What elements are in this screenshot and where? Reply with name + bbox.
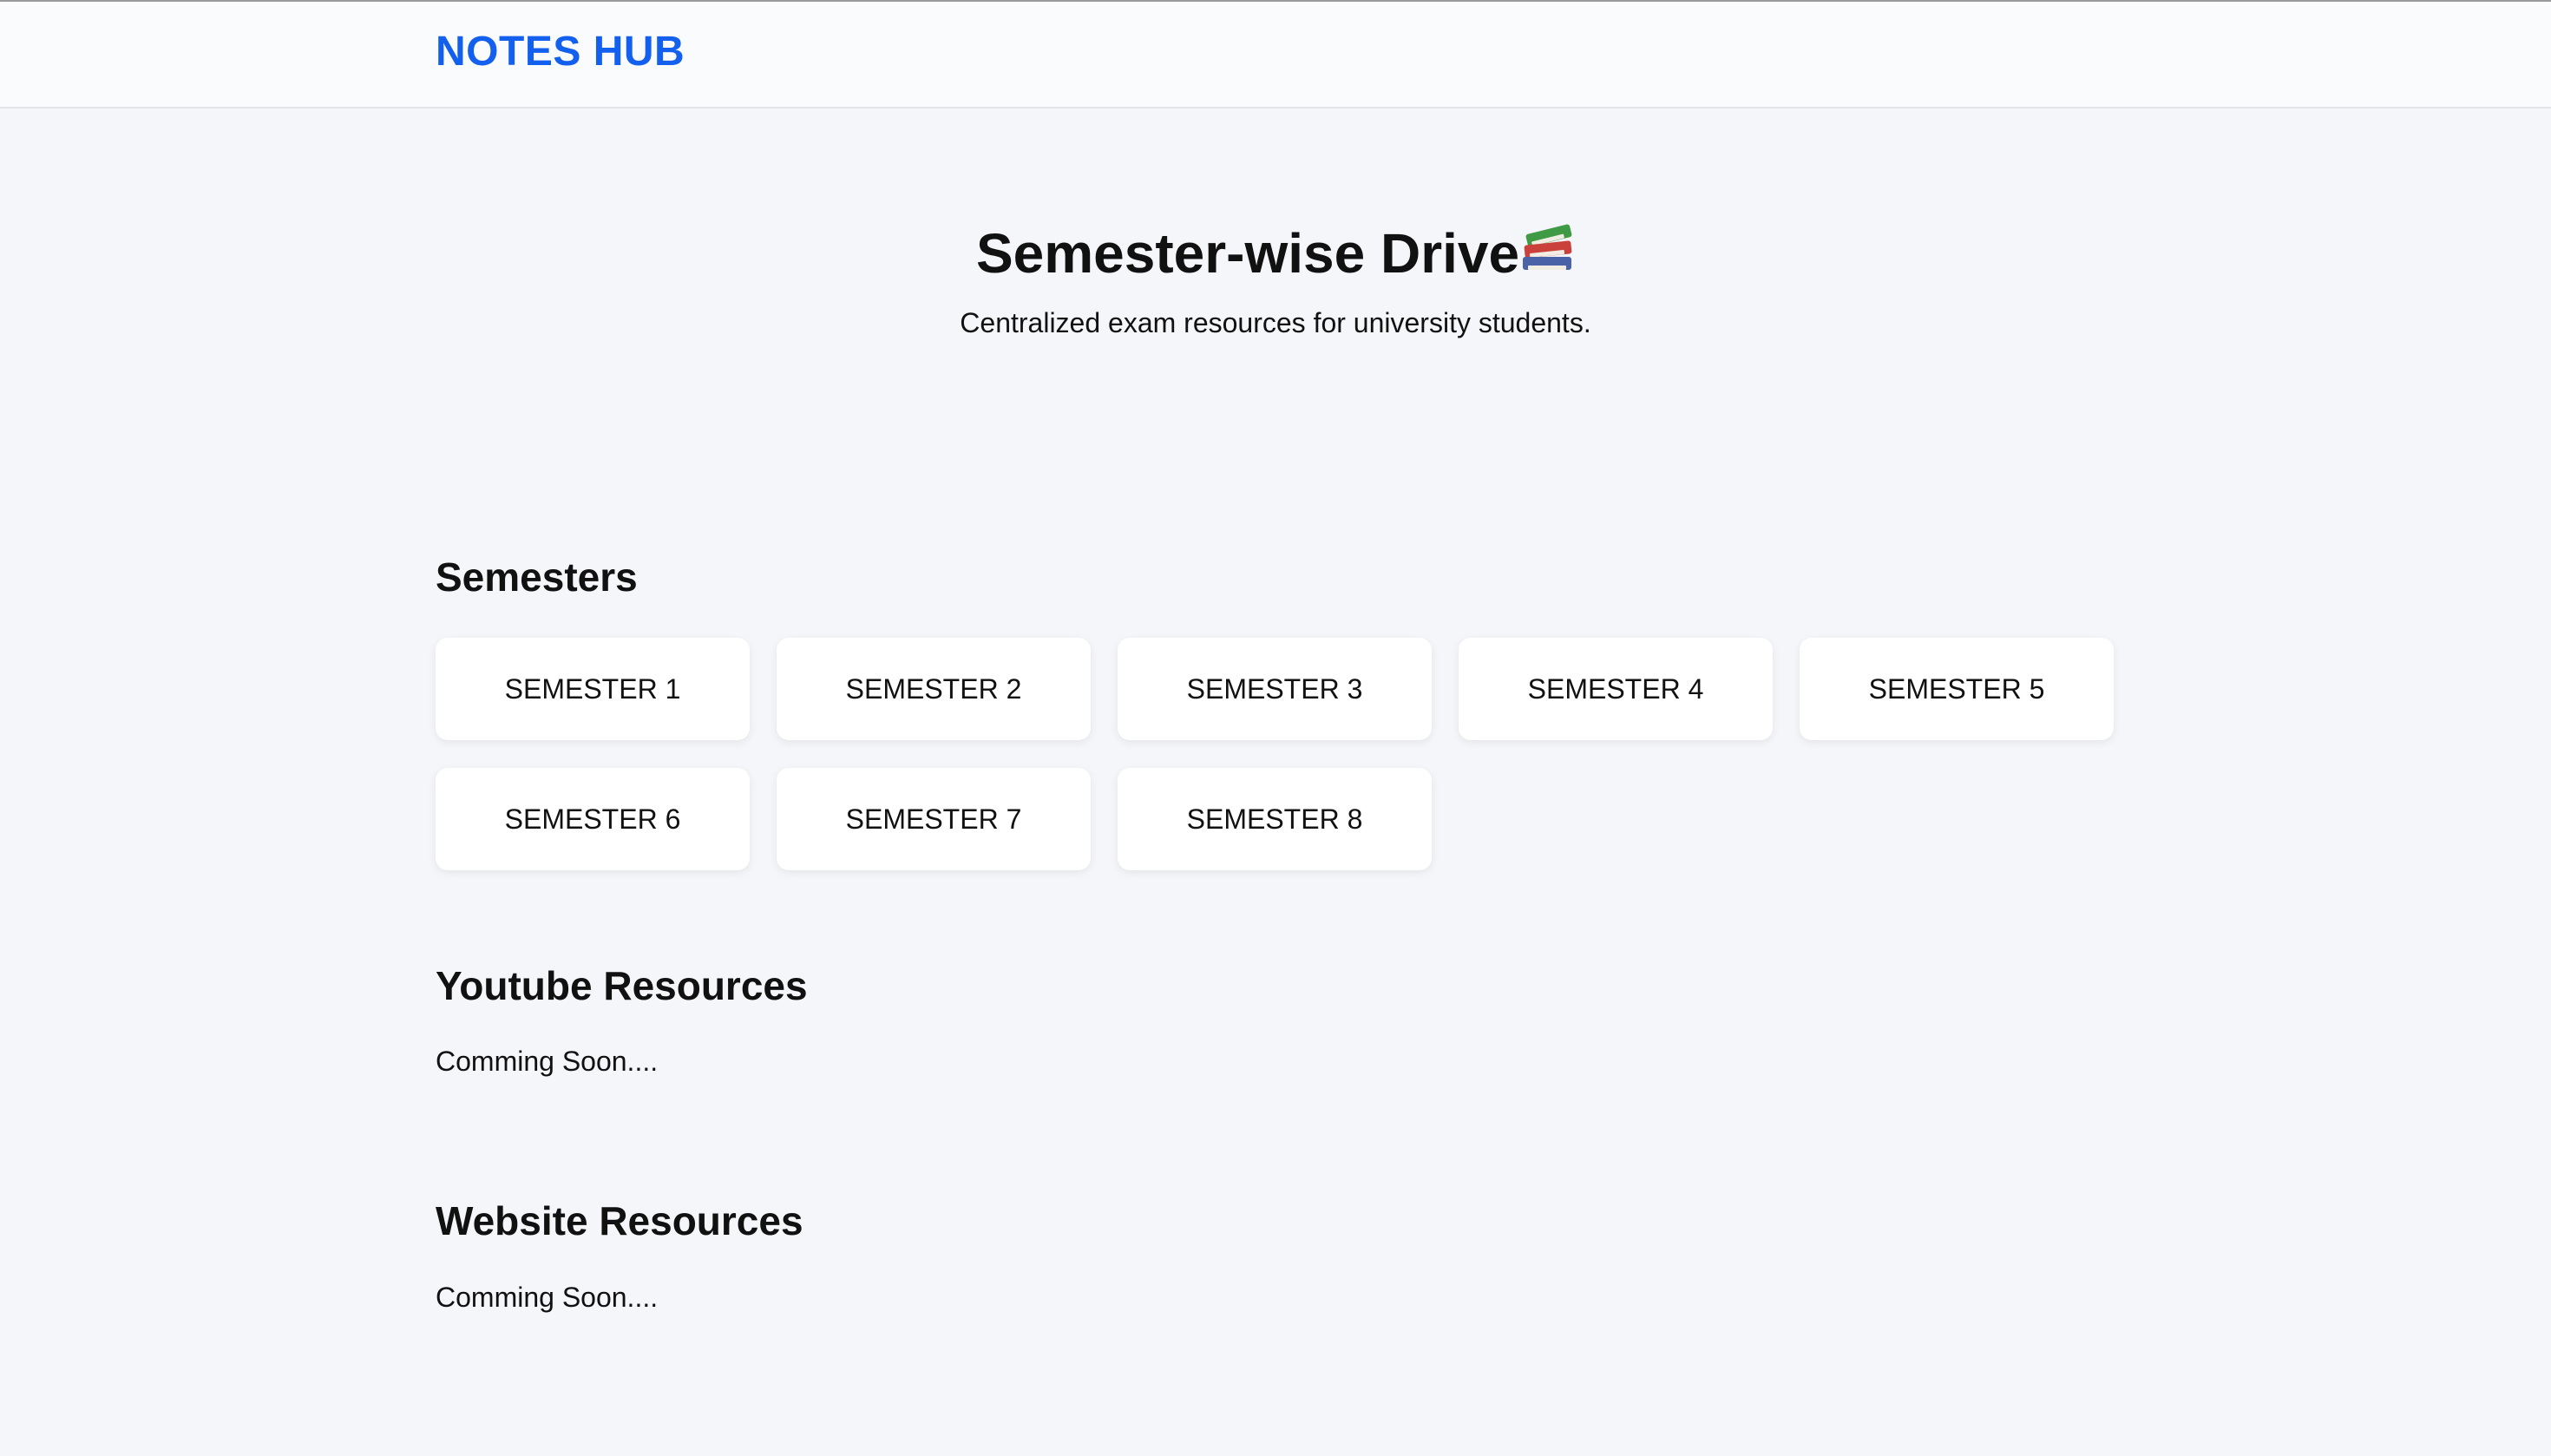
- semester-5-card[interactable]: SEMESTER 5: [1800, 638, 2114, 740]
- website-resources-text: Comming Soon....: [436, 1282, 659, 1313]
- semester-2-card[interactable]: SEMESTER 2: [777, 638, 1091, 740]
- page-title-text: Semester-wise Drive: [975, 222, 1520, 285]
- semester-grid: SEMESTER 1 SEMESTER 2 SEMESTER 3 SEMESTE…: [436, 638, 2115, 870]
- page-subtitle: Centralized exam resources for universit…: [960, 307, 1591, 338]
- youtube-resources-heading: Youtube Resources: [436, 963, 808, 1008]
- semester-6-card[interactable]: SEMESTER 6: [436, 768, 750, 870]
- website-resources-heading: Website Resources: [436, 1198, 803, 1243]
- youtube-resources-text: Comming Soon....: [436, 1046, 659, 1077]
- page-title: Semester-wise Drive: [0, 217, 2551, 290]
- semester-1-card[interactable]: SEMESTER 1: [436, 638, 750, 740]
- hero-section: Semester-wise Drive Centralized exam res…: [0, 217, 2551, 340]
- navbar: NOTES HUB: [0, 2, 2551, 108]
- semesters-heading: Semesters: [436, 554, 638, 600]
- brand-logo-link[interactable]: NOTES HUB: [436, 28, 685, 75]
- semester-8-card[interactable]: SEMESTER 8: [1118, 768, 1432, 870]
- semester-7-card[interactable]: SEMESTER 7: [777, 768, 1091, 870]
- books-icon: [1521, 223, 1575, 274]
- semester-3-card[interactable]: SEMESTER 3: [1118, 638, 1432, 740]
- semester-4-card[interactable]: SEMESTER 4: [1459, 638, 1773, 740]
